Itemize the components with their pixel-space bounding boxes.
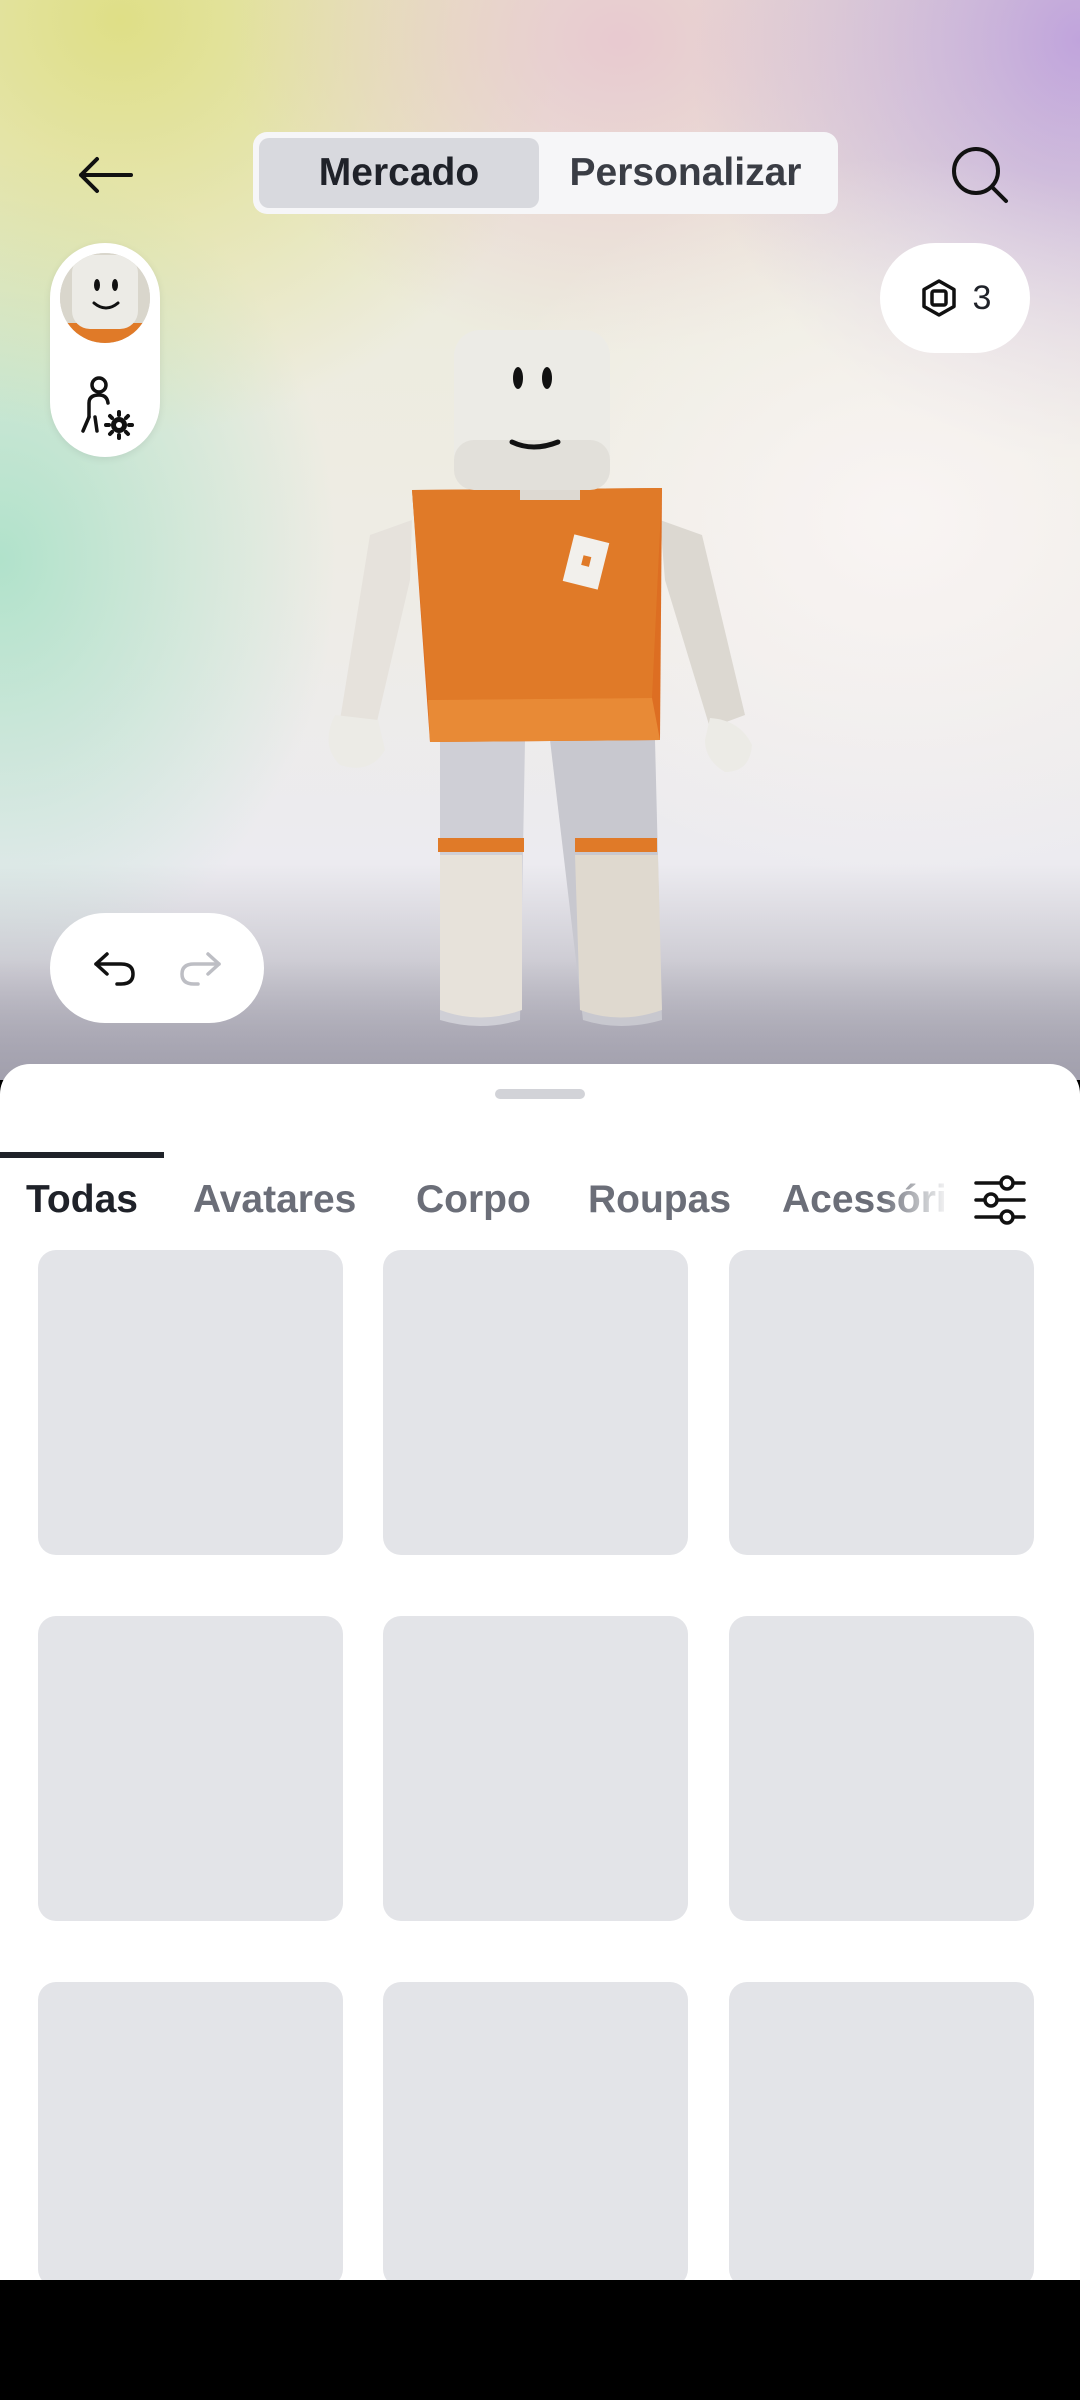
segment-personalizar[interactable]: Personalizar [539,138,832,208]
search-icon [952,147,1008,203]
avatar-3d-figure[interactable] [300,320,800,1040]
tab-todas[interactable]: Todas [26,1144,138,1256]
catalog-sheet: Todas Avatares Corpo Roupas Acessóri [0,1064,1080,2280]
avatar-editor-screen: Mercado Personalizar 3 Todas Avatares Co… [0,0,1080,2400]
catalog-item-placeholder[interactable] [383,1982,688,2280]
tab-avatares[interactable]: Avatares [193,1144,356,1256]
undo-button[interactable] [91,948,137,988]
history-controls [50,913,264,1023]
avatar-settings-icon [81,376,134,440]
back-button[interactable] [60,130,150,220]
avatar-panel [50,243,160,457]
avatar-settings-button[interactable] [75,373,135,443]
catalog-item-placeholder[interactable] [729,1616,1034,1921]
robux-amount: 3 [972,278,992,317]
catalog-item-placeholder[interactable] [729,1982,1034,2280]
redo-icon [179,952,221,986]
tabs-fade [880,1144,960,1256]
tab-roupas[interactable]: Roupas [588,1144,731,1256]
catalog-item-placeholder[interactable] [383,1616,688,1921]
catalog-item-placeholder[interactable] [383,1250,688,1555]
tab-corpo[interactable]: Corpo [416,1144,531,1256]
sheet-drag-handle[interactable] [495,1089,585,1099]
catalog-item-placeholder[interactable] [38,1982,343,2280]
catalog-item-placeholder[interactable] [38,1250,343,1555]
catalog-item-placeholder[interactable] [729,1250,1034,1555]
segment-mercado[interactable]: Mercado [259,138,539,208]
mode-switch: Mercado Personalizar [253,132,838,214]
avatar-head-thumbnail[interactable] [60,253,150,343]
robux-icon [921,279,956,317]
robux-balance-button[interactable]: 3 [880,243,1030,353]
search-button[interactable] [935,130,1025,220]
system-navigation-bar [0,2280,1080,2400]
arrow-left-icon [79,157,133,193]
category-tabs: Todas Avatares Corpo Roupas Acessóri [0,1144,1080,1256]
undo-icon [93,952,135,986]
sliders-icon [974,1175,1026,1225]
active-tab-indicator [0,1152,164,1158]
filter-button[interactable] [960,1144,1040,1256]
catalog-item-placeholder[interactable] [38,1616,343,1921]
avatar-face-icon [60,253,150,343]
redo-button[interactable] [178,948,224,988]
